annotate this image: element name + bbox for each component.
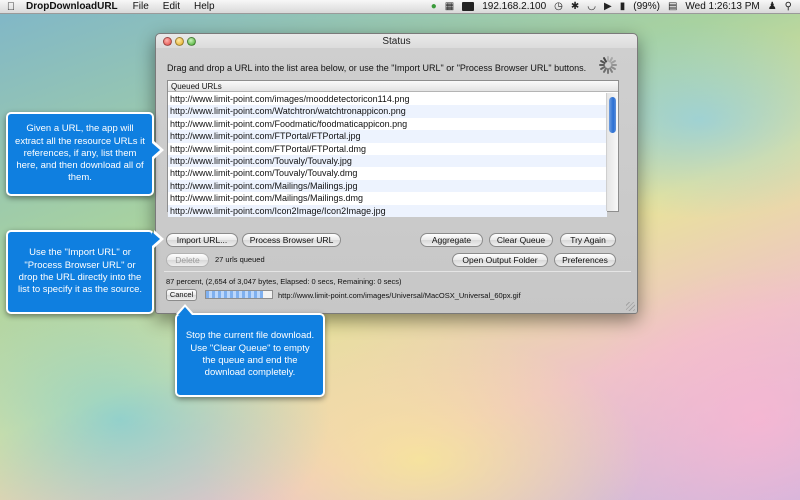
green-app-icon[interactable]: ●: [431, 0, 437, 14]
network-icon[interactable]: [462, 2, 475, 11]
menu-edit[interactable]: Edit: [156, 0, 187, 14]
time-machine-icon[interactable]: ◷: [554, 0, 563, 14]
resize-grip-icon[interactable]: [626, 302, 635, 311]
callout-arrow-icon: [152, 230, 164, 248]
callout-extract-urls: Given a URL, the app will extract all th…: [6, 112, 154, 196]
aggregate-button[interactable]: Aggregate: [420, 233, 483, 247]
scroll-thumb[interactable]: [609, 97, 616, 133]
window-title: Status: [382, 36, 411, 47]
title-bar[interactable]: Status: [156, 34, 637, 49]
callout-arrow-icon: [152, 141, 164, 159]
list-item[interactable]: http://www.limit-point.com/Touvaly/Touva…: [168, 167, 607, 179]
bluetooth-icon[interactable]: ✱: [571, 0, 579, 14]
url-rows: http://www.limit-point.com/images/moodde…: [168, 93, 607, 217]
wifi-icon[interactable]: ◡: [587, 0, 596, 14]
callout-arrow-icon: [176, 304, 194, 315]
input-menu-icon[interactable]: ▤: [668, 0, 677, 14]
progress-status: 87 percent, (2,654 of 3,047 bytes, Elaps…: [166, 277, 402, 286]
callout-extract-text: Given a URL, the app will extract all th…: [15, 123, 145, 184]
list-header[interactable]: Queued URLs: [168, 81, 618, 92]
app-menu[interactable]: DropDownloadURL: [22, 0, 126, 14]
process-browser-url-button[interactable]: Process Browser URL: [242, 233, 341, 247]
list-item[interactable]: http://www.limit-point.com/images/moodde…: [168, 93, 607, 105]
instructions-text: Drag and drop a URL into the list area b…: [167, 63, 587, 73]
preferences-button[interactable]: Preferences: [554, 253, 616, 267]
clipboard-icon[interactable]: ▦: [445, 0, 454, 14]
progress-fill: [206, 291, 264, 298]
activity-spinner-icon: [598, 55, 618, 75]
apple-icon[interactable]: : [0, 0, 22, 14]
user-icon[interactable]: ♟: [768, 0, 777, 14]
current-url: http://www.limit-point.com/images/Univer…: [278, 291, 521, 300]
list-item[interactable]: http://www.limit-point.com/Foodmatic/foo…: [168, 118, 607, 130]
clear-queue-button[interactable]: Clear Queue: [489, 233, 553, 247]
menu-file[interactable]: File: [126, 0, 156, 14]
download-progress-bar: [205, 290, 273, 299]
import-url-button[interactable]: Import URL...: [166, 233, 238, 247]
menu-help[interactable]: Help: [187, 0, 222, 14]
status-area: ● ▦ 192.168.2.100 ◷ ✱ ◡ ▶ ▮ (99%) ▤ Wed …: [431, 0, 800, 14]
list-item[interactable]: http://www.limit-point.com/FTPortal/FTPo…: [168, 143, 607, 155]
battery-percent[interactable]: (99%): [633, 0, 660, 14]
callout-cancel-text: Stop the current file download. Use "Cle…: [185, 330, 315, 379]
list-item[interactable]: http://www.limit-point.com/Touvaly/Touva…: [168, 154, 607, 168]
clock[interactable]: Wed 1:26:13 PM: [685, 0, 759, 14]
delete-button[interactable]: Delete: [166, 253, 209, 267]
divider: [164, 271, 631, 272]
list-item[interactable]: http://www.limit-point.com/Mailings/Mail…: [168, 179, 607, 193]
status-window: Status Drag and drop a URL into the list…: [155, 33, 638, 314]
battery-icon[interactable]: ▮: [620, 0, 626, 14]
callout-cancel: Stop the current file download. Use "Cle…: [175, 313, 325, 397]
queue-count: 27 urls queued: [215, 255, 265, 264]
spotlight-icon[interactable]: ⚲: [785, 0, 792, 14]
volume-icon[interactable]: ▶: [604, 0, 612, 14]
list-item[interactable]: http://www.limit-point.com/Icon2Image/Ic…: [168, 204, 607, 217]
list-item[interactable]: http://www.limit-point.com/Watchtron/wat…: [168, 105, 607, 118]
queued-urls-list[interactable]: Queued URLs http://www.limit-point.com/i…: [167, 80, 619, 217]
menu-bar:  DropDownloadURL File Edit Help ● ▦ 192…: [0, 0, 800, 14]
callout-import-text: Use the "Import URL" or "Process Browser…: [17, 247, 143, 296]
callout-import: Use the "Import URL" or "Process Browser…: [6, 230, 154, 314]
try-again-button[interactable]: Try Again: [560, 233, 616, 247]
vertical-scrollbar[interactable]: [606, 93, 618, 211]
list-item[interactable]: http://www.limit-point.com/Mailings/Mail…: [168, 192, 607, 204]
cancel-button[interactable]: Cancel: [166, 289, 197, 301]
list-item[interactable]: http://www.limit-point.com/FTPortal/FTPo…: [168, 130, 607, 143]
spinner-spoke: [607, 68, 609, 74]
open-output-folder-button[interactable]: Open Output Folder: [452, 253, 548, 267]
ip-address[interactable]: 192.168.2.100: [482, 0, 546, 14]
